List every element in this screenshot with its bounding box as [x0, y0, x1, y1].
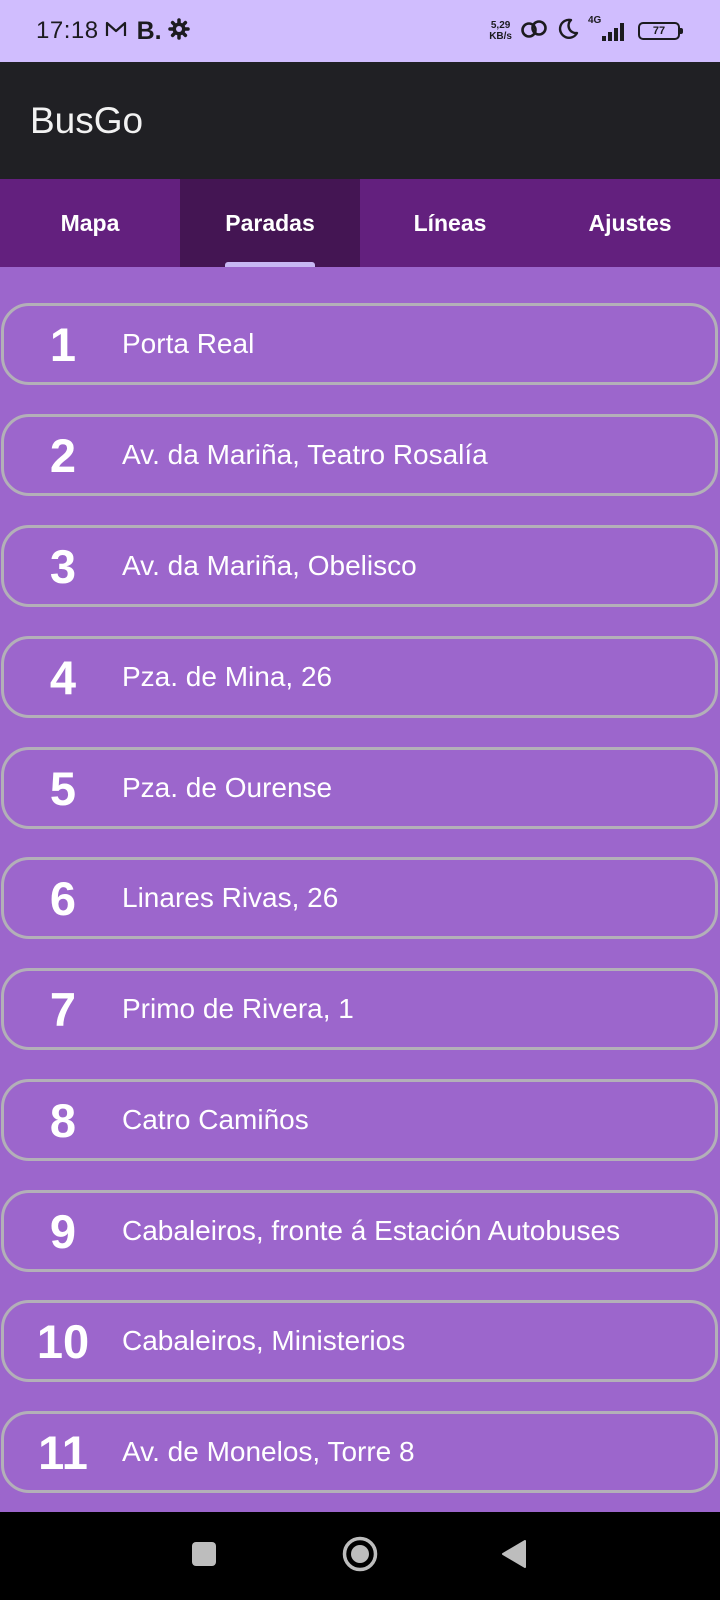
- stop-name: Cabaleiros, fronte á Estación Autobuses: [122, 1215, 621, 1246]
- stop-name: Pza. de Mina, 26: [122, 661, 333, 692]
- stop-name: Linares Rivas, 26: [122, 882, 339, 913]
- speed-value: 5,29: [490, 20, 511, 31]
- stop-item[interactable]: 5 Pza. de Ourense: [1, 747, 718, 829]
- stop-name: Primo de Rivera, 1: [122, 993, 354, 1024]
- tab-lineas[interactable]: Líneas: [360, 179, 540, 267]
- back-button[interactable]: [474, 1512, 554, 1600]
- stop-name: Catro Camiños: [122, 1104, 309, 1135]
- back-icon: [499, 1538, 529, 1575]
- signal-icon: 4G: [588, 15, 630, 43]
- stop-number: 1: [49, 317, 77, 371]
- stop-number: 4: [49, 650, 77, 704]
- stop-item[interactable]: 3 Av. da Mariña, Obelisco: [1, 525, 718, 607]
- tab-mapa[interactable]: Mapa: [0, 179, 180, 267]
- stop-number: 7: [49, 982, 77, 1036]
- mail-icon: [105, 20, 127, 43]
- stop-number: 9: [49, 1204, 77, 1258]
- stop-name: Cabaleiros, Ministerios: [122, 1325, 406, 1356]
- stop-number: 6: [49, 871, 77, 925]
- stop-list[interactable]: 1 Porta Real 2 Av. da Mariña, Teatro Ros…: [0, 267, 720, 1512]
- stop-name: Av. da Mariña, Obelisco: [122, 550, 417, 581]
- network-type: 4G: [588, 15, 602, 26]
- status-right: 5,29 KB/s 4G 77: [489, 0, 683, 62]
- settings-icon: [167, 17, 190, 45]
- recents-icon: [190, 1540, 218, 1573]
- stop-item[interactable]: 1 Porta Real: [1, 303, 718, 385]
- stop-number: 3: [49, 539, 77, 593]
- tab-paradas[interactable]: Paradas: [180, 179, 360, 267]
- tab-ajustes[interactable]: Ajustes: [540, 179, 720, 267]
- stop-number: 11: [38, 1425, 88, 1479]
- stop-item[interactable]: 4 Pza. de Mina, 26: [1, 636, 718, 718]
- stop-name: Av. da Mariña, Teatro Rosalía: [122, 439, 488, 470]
- status-time: 17:18: [36, 17, 99, 44]
- battery-icon: 77: [638, 22, 683, 40]
- stop-number: 8: [49, 1093, 77, 1147]
- app-title: BusGo: [30, 99, 144, 141]
- network-speed: 5,29 KB/s: [489, 20, 512, 42]
- tab-label: Líneas: [413, 209, 487, 236]
- tab-label: Ajustes: [588, 209, 672, 236]
- app-bar: BusGo: [0, 62, 720, 179]
- stop-item[interactable]: 10 Cabaleiros, Ministerios: [1, 1300, 718, 1382]
- stop-name: Porta Real: [122, 328, 255, 359]
- stop-name: Pza. de Ourense: [122, 772, 333, 803]
- tab-label: Paradas: [225, 209, 315, 236]
- tab-bar: Mapa Paradas Líneas Ajustes: [0, 179, 720, 267]
- home-icon: [340, 1534, 380, 1579]
- status-bar: 17:18 B. 5,29 KB/s 4G 77: [0, 0, 720, 62]
- navigation-bar: [0, 1512, 720, 1600]
- stop-item[interactable]: 7 Primo de Rivera, 1: [1, 968, 718, 1050]
- stop-number: 10: [36, 1314, 90, 1368]
- status-b-label: B.: [136, 16, 162, 45]
- stop-item[interactable]: 6 Linares Rivas, 26: [1, 857, 718, 939]
- stop-item[interactable]: 11 Av. de Monelos, Torre 8: [1, 1411, 718, 1493]
- stop-number: 5: [49, 761, 77, 815]
- stop-name: Av. de Monelos, Torre 8: [122, 1436, 415, 1467]
- status-left: 17:18 B.: [36, 17, 190, 46]
- moon-icon: [556, 17, 580, 46]
- stop-number: 2: [49, 428, 77, 482]
- sync-icon: [520, 18, 548, 45]
- recents-button[interactable]: [164, 1512, 244, 1600]
- tab-label: Mapa: [60, 209, 120, 236]
- battery-level: 77: [652, 25, 666, 37]
- stop-item[interactable]: 8 Catro Camiños: [1, 1079, 718, 1161]
- speed-unit: KB/s: [489, 31, 512, 42]
- stop-item[interactable]: 2 Av. da Mariña, Teatro Rosalía: [1, 414, 718, 496]
- home-button[interactable]: [320, 1512, 400, 1600]
- stop-item[interactable]: 9 Cabaleiros, fronte á Estación Autobuse…: [1, 1190, 718, 1272]
